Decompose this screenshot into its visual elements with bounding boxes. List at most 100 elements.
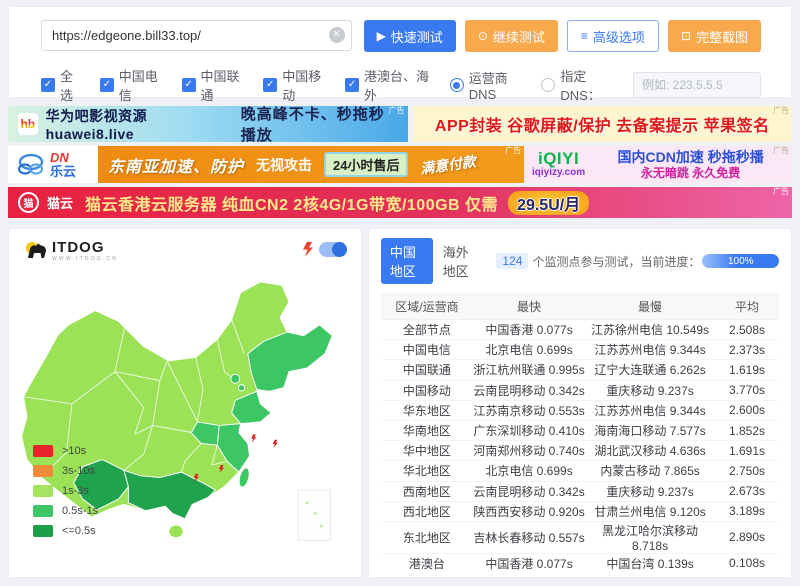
south-china-sea-inset [298, 490, 330, 540]
lightning-icon [303, 242, 313, 257]
avg-cell: 1.619s [715, 363, 779, 377]
radio-unselected-icon [541, 78, 555, 92]
table-row[interactable]: 华南地区 广东深圳移动 0.410s 海南海口移动 7.577s 1.852s [381, 421, 779, 441]
table-row[interactable]: 中国联通 浙江杭州联通 0.995s 辽宁大连联通 6.262s 1.619s [381, 360, 779, 380]
full-screenshot-label: 完整截图 [696, 27, 748, 46]
avg-cell: 2.673s [715, 484, 779, 498]
tab-overseas-region[interactable]: 海外地区 [437, 238, 483, 284]
ad-text-free: 永无暗跳 永久免费 [641, 166, 740, 180]
ad-leyun[interactable]: DN 乐云 [8, 146, 98, 183]
dog-icon [25, 241, 47, 261]
ad-slogan-text: 晚高峰不卡、秒拖秒播放 [241, 106, 398, 142]
provider-checkbox[interactable]: ✓ 全选 [41, 66, 81, 104]
custom-dns-radio[interactable]: 指定DNS： [541, 66, 619, 104]
map-toggle-switch[interactable] [319, 242, 347, 257]
legend-swatch [33, 445, 53, 457]
legend-item: >10s [33, 445, 98, 457]
checkbox-label: 全选 [60, 66, 81, 104]
results-card: 中国地区 海外地区 124 个监测点参与测试，当前进度： 100% 区域/运营商… [368, 228, 792, 578]
ad-brand-name: 乐云 [50, 165, 76, 179]
legend-item: 3s-10s [33, 465, 98, 477]
ad-text-pay: 满意付款 [419, 151, 477, 179]
continue-test-button[interactable]: ⊙ 继续测试 [465, 20, 558, 52]
checkbox-checked-icon: ✓ [182, 78, 196, 92]
ad-brand-name: 猫云 [47, 193, 73, 212]
fastest-cell: 河南郑州移动 0.740s [473, 442, 585, 459]
url-input-wrapper: ✕ [41, 20, 352, 52]
tab-china-region[interactable]: 中国地区 [381, 238, 433, 284]
table-row[interactable]: 西北地区 陕西西安移动 0.920s 甘肃兰州电信 9.120s 3.189s [381, 502, 779, 522]
col-slowest: 最慢 [585, 298, 715, 315]
fastest-cell: 江苏南京移动 0.553s [473, 402, 585, 419]
table-row[interactable]: 东北地区 吉林长春移动 0.557s 黑龙江哈尔滨移动 8.718s 2.890… [381, 522, 779, 554]
table-header: 区域/运营商 最快 最慢 平均 [381, 293, 779, 320]
slowest-cell: 中国台湾 0.139s [585, 555, 715, 572]
advanced-options-button[interactable]: ≡ 高级选项 [567, 20, 659, 52]
custom-dns-input[interactable] [633, 72, 761, 98]
provider-checkbox[interactable]: ✓ 中国电信 [100, 66, 163, 104]
legend-item: <=0.5s [33, 525, 98, 537]
region-cell: 华南地区 [381, 422, 473, 439]
avg-cell: 2.508s [715, 323, 779, 337]
table-row[interactable]: 中国电信 北京电信 0.699s 江苏苏州电信 9.344s 2.373s [381, 340, 779, 360]
ad-maoyun[interactable]: 猫 猫云 猫云香港云服务器 纯血CN2 2核4G/1G带宽/100GB 仅需 2… [8, 187, 792, 218]
region-cell: 西南地区 [381, 483, 473, 500]
avg-cell: 2.750s [715, 464, 779, 478]
quick-test-button[interactable]: ▶ 快速测试 [364, 20, 456, 52]
avg-cell: 0.108s [715, 556, 779, 570]
checkbox-label: 港澳台、海外 [364, 66, 431, 104]
ad-domain-text: iqiyizy.com [532, 168, 585, 179]
table-row[interactable]: 西南地区 云南昆明移动 0.342s 重庆移动 9.237s 2.673s [381, 482, 779, 502]
url-input[interactable] [41, 20, 352, 51]
advanced-options-label: 高级选项 [593, 27, 645, 46]
region-cell: 中国电信 [381, 341, 473, 358]
table-row[interactable]: 港澳台 中国香港 0.077s 中国台湾 0.139s 0.108s [381, 554, 779, 573]
legend-swatch [33, 525, 53, 537]
table-row[interactable]: 华北地区 北京电信 0.699s 内蒙古移动 7.865s 2.750s [381, 461, 779, 481]
china-map-card: ITDOG WWW.ITDOG.CN [8, 228, 362, 578]
avg-cell: 2.373s [715, 343, 779, 357]
slowest-cell: 重庆移动 9.237s [585, 382, 715, 399]
map-region-hainan[interactable] [169, 525, 183, 538]
full-screenshot-button[interactable]: ⊡ 完整截图 [668, 20, 761, 52]
avg-cell: 3.189s [715, 504, 779, 518]
ad-huawei8[interactable]: hb 华为吧影视资源 huawei8.live 晚高峰不卡、秒拖秒播放 广告 [8, 106, 408, 142]
slowest-cell: 内蒙古移动 7.865s [585, 462, 715, 479]
table-row[interactable]: 全部节点 中国香港 0.077s 江苏徐州电信 10.549s 2.508s [381, 320, 779, 340]
ad-text-accel: 东南亚加速、防护 [108, 153, 244, 177]
legend-swatch [33, 505, 53, 517]
provider-checkbox[interactable]: ✓ 中国移动 [263, 66, 326, 104]
legend-swatch [33, 465, 53, 477]
provider-checkbox[interactable]: ✓ 港澳台、海外 [345, 66, 431, 104]
col-region: 区域/运营商 [381, 298, 473, 315]
ad-price: 29.5U/月 [508, 191, 589, 215]
ad-leyun-offer[interactable]: 东南亚加速、防护 无视攻击 24小时售后 满意付款 广告 [98, 146, 524, 183]
clear-url-icon[interactable]: ✕ [329, 27, 345, 43]
ad-iqiyi-cdn[interactable]: iQIYI iqiyizy.com 国内CDN加速 秒拖秒播 永无暗跳 永久免费… [524, 146, 792, 183]
ad-text-attack: 无视攻击 [256, 155, 312, 175]
ad-tag: 广告 [773, 107, 789, 115]
region-cell: 港澳台 [381, 555, 473, 572]
slowest-cell: 辽宁大连联通 6.262s [585, 361, 715, 378]
slowest-cell: 江苏徐州电信 10.549s [585, 321, 715, 338]
slowest-cell: 江苏苏州电信 9.344s [585, 402, 715, 419]
fastest-cell: 吉林长春移动 0.557s [473, 529, 585, 546]
progress-bar: 100% [702, 254, 779, 268]
ad-text-support: 24小时售后 [324, 152, 408, 177]
region-cell: 华东地区 [381, 402, 473, 419]
provider-checkbox[interactable]: ✓ 中国联通 [182, 66, 245, 104]
avg-cell: 1.691s [715, 444, 779, 458]
slowest-cell: 黑龙江哈尔滨移动 8.718s [585, 522, 715, 553]
slowest-cell: 湖北武汉移动 4.636s [585, 442, 715, 459]
fastest-cell: 浙江杭州联通 0.995s [473, 361, 585, 378]
table-row[interactable]: 华中地区 河南郑州移动 0.740s 湖北武汉移动 4.636s 1.691s [381, 441, 779, 461]
carrier-dns-radio[interactable]: 运营商DNS [450, 68, 528, 102]
provider-checkbox-group: ✓ 全选 ✓ 中国电信 ✓ 中国联通 ✓ 中国移动 [41, 66, 450, 104]
ad-app-packaging[interactable]: APP封装 谷歌屏蔽/保护 去备案提示 苹果签名 广告 [413, 106, 793, 142]
table-row[interactable]: 华东地区 江苏南京移动 0.553s 江苏苏州电信 9.344s 2.600s [381, 401, 779, 421]
fastest-cell: 北京电信 0.699s [473, 462, 585, 479]
fastest-cell: 中国香港 0.077s [473, 321, 585, 338]
table-row[interactable]: 中国移动 云南昆明移动 0.342s 重庆移动 9.237s 3.770s [381, 381, 779, 401]
ad-banners: hb 华为吧影视资源 huawei8.live 晚高峰不卡、秒拖秒播放 广告 A… [8, 106, 792, 218]
legend-item: 0.5s-1s [33, 505, 98, 517]
